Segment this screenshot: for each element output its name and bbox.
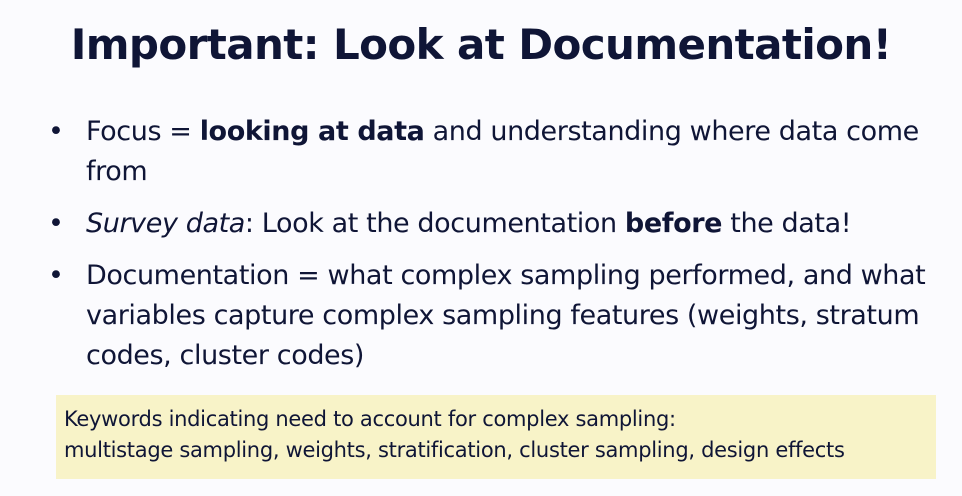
bullet-icon: • (48, 260, 64, 291)
bullet-item-documentation: • Documentation = what complex sampling … (46, 256, 936, 376)
bullet-text: Documentation = what complex sampling pe… (86, 260, 926, 371)
keywords-heading: Keywords indicating need to account for … (64, 407, 676, 431)
bullet-text-emphasis: before (624, 208, 723, 239)
bullet-text: Survey data: Look at the documentation b… (86, 208, 852, 239)
bullet-text-italic: Survey data (86, 208, 245, 239)
keywords-box: Keywords indicating need to account for … (56, 395, 936, 479)
bullet-icon: • (48, 116, 64, 147)
bullet-item-focus: • Focus = looking at data and understand… (46, 112, 936, 192)
bullet-text-emphasis: looking at data (199, 116, 425, 147)
bullet-text-part: the data! (722, 208, 852, 239)
bullet-text-part: Focus = (86, 116, 200, 147)
bullet-text-part: Documentation = what complex sampling pe… (86, 260, 926, 371)
slide: Important: Look at Documentation! • Focu… (0, 0, 962, 496)
bullet-text: Focus = looking at data and understandin… (86, 116, 919, 187)
bullet-list: • Focus = looking at data and understand… (46, 112, 936, 388)
bullet-item-survey-data: • Survey data: Look at the documentation… (46, 204, 936, 244)
bullet-text-part: : Look at the documentation (244, 208, 625, 239)
keywords-list: multistage sampling, weights, stratifica… (64, 438, 845, 462)
slide-title: Important: Look at Documentation! (70, 20, 892, 69)
bullet-icon: • (48, 208, 64, 239)
